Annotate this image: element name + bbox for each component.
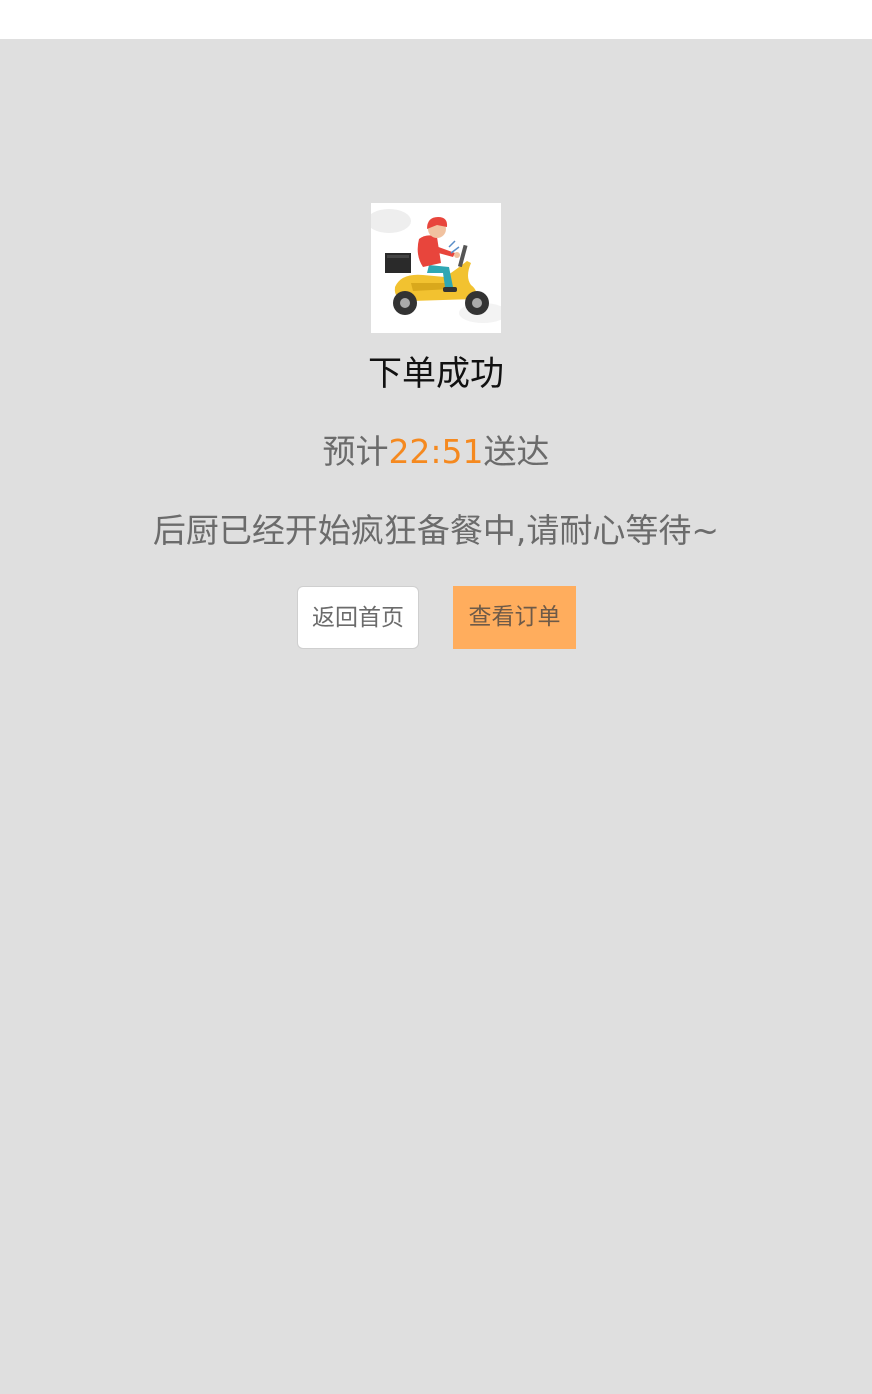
eta-prefix: 预计 [322,432,389,471]
status-message: 后厨已经开始疯狂备餐中,请耐心等待~ [152,511,720,550]
delivery-scooter-icon [371,203,501,333]
page-title: 下单成功 [368,354,504,394]
view-order-button[interactable]: 查看订单 [453,586,576,649]
back-to-home-button[interactable]: 返回首页 [297,586,419,649]
status-bar [0,0,872,39]
delivery-eta: 预计22:51送达 [0,428,872,476]
eta-suffix: 送达 [483,432,550,471]
eta-time: 22:51 [388,432,484,471]
